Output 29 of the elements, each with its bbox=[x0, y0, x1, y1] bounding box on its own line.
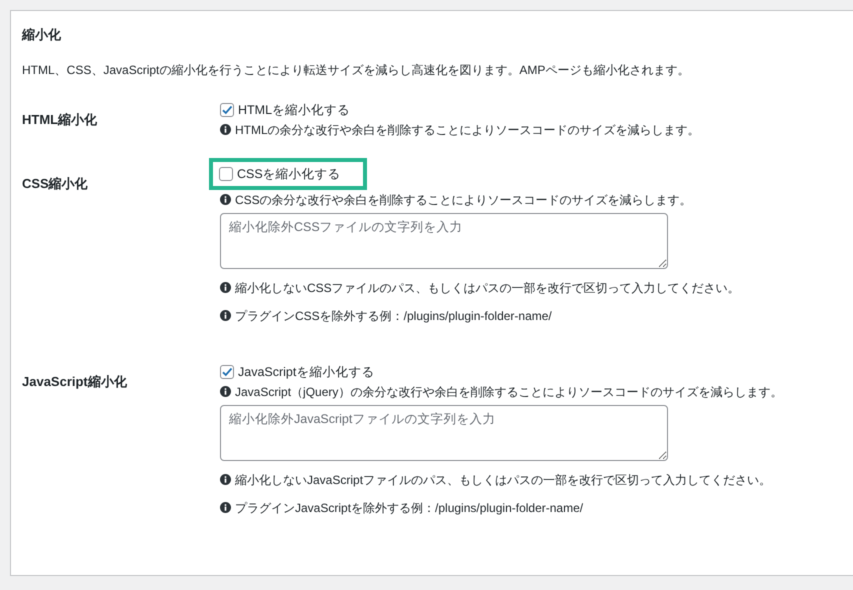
checkmark-icon bbox=[221, 366, 233, 378]
info-icon bbox=[220, 502, 231, 513]
info-icon bbox=[220, 194, 231, 205]
section-description: HTML、CSS、JavaScriptの縮小化を行うことにより転送サイズを減らし高速化を図ります。AMPページも縮小化されます。 bbox=[22, 62, 690, 79]
help-text: CSSの余分な改行や余白を削除することによりソースコードのサイズを減らします。 bbox=[235, 192, 692, 209]
checkbox-option[interactable]: JavaScriptを縮小化する bbox=[220, 363, 374, 381]
help-note: 縮小化しないCSSファイルのパス、もしくはパスの一部を改行で区切って入力してください。 bbox=[235, 280, 740, 297]
checkbox-option[interactable]: CSSを縮小化する bbox=[209, 158, 367, 190]
checkbox-option[interactable]: HTMLを縮小化する bbox=[220, 101, 350, 119]
checkbox[interactable] bbox=[220, 103, 234, 117]
exclusion-textarea[interactable]: 縮小化除外CSSファイルの文字列を入力 bbox=[220, 213, 668, 269]
checkbox[interactable] bbox=[220, 365, 234, 379]
info-icon bbox=[220, 282, 231, 293]
info-icon bbox=[220, 474, 231, 485]
help-note: プラグインCSSを除外する例：/plugins/plugin-folder-name/ bbox=[235, 308, 552, 325]
help-text: HTMLの余分な改行や余白を削除することによりソースコードのサイズを減らします。 bbox=[235, 122, 700, 139]
help-note: プラグインJavaScriptを除外する例：/plugins/plugin-folder-name/ bbox=[235, 500, 584, 517]
info-icon bbox=[220, 310, 231, 321]
info-icon bbox=[220, 386, 231, 397]
exclusion-textarea[interactable]: 縮小化除外JavaScriptファイルの文字列を入力 bbox=[220, 405, 668, 461]
help-text: JavaScript（jQuery）の余分な改行や余白を削除することによりソースコードのサイズを減らします。 bbox=[235, 384, 782, 401]
help-note: 縮小化しないJavaScriptファイルのパス、もしくはパスの一部を改行で区切って入力してください。 bbox=[235, 472, 772, 489]
section-title: 縮小化 bbox=[22, 26, 62, 44]
checkbox[interactable] bbox=[219, 167, 233, 181]
setting-label: HTML縮小化 bbox=[22, 111, 98, 129]
info-icon bbox=[220, 124, 231, 135]
setting-label: JavaScript縮小化 bbox=[22, 373, 128, 391]
checkmark-icon bbox=[221, 104, 233, 116]
setting-label: CSS縮小化 bbox=[22, 175, 89, 193]
